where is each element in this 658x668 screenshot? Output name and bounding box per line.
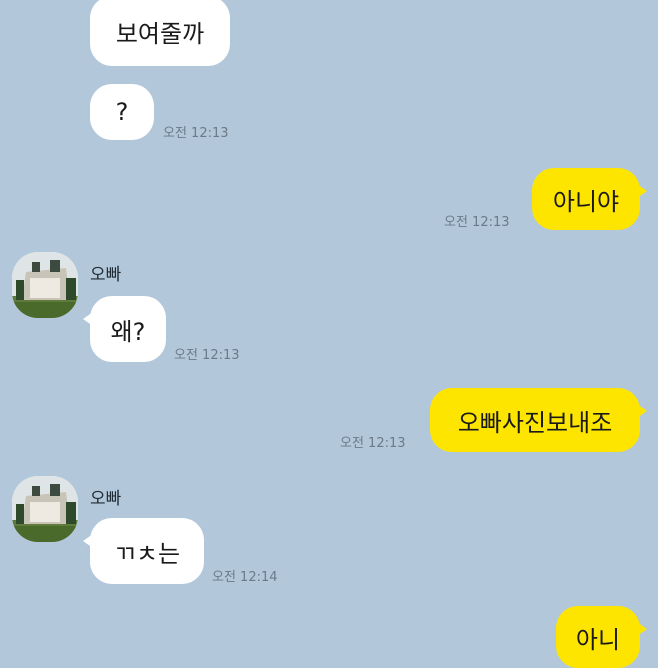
message-text: ? — [115, 98, 129, 126]
message-text: 아니 — [575, 626, 621, 654]
incoming-message-bubble[interactable]: ? — [90, 84, 154, 140]
avatar[interactable] — [12, 476, 78, 542]
message-timestamp: 오전 12:13 — [174, 348, 240, 363]
sender-name: 오빠 — [90, 265, 122, 285]
sender-name: 오빠 — [90, 489, 122, 509]
message-text: 아니야 — [552, 187, 620, 216]
avatar[interactable] — [12, 252, 78, 318]
incoming-message-bubble[interactable]: 보여줄까 — [90, 0, 230, 66]
outgoing-message-bubble[interactable]: 오빠사진보내조 — [430, 388, 647, 452]
message-text: ㄲㅊ는 — [113, 539, 181, 568]
outgoing-message-bubble[interactable]: 아니 — [556, 606, 647, 668]
profile-photo-icon — [12, 476, 78, 542]
message-text: 보여줄까 — [115, 19, 205, 48]
message-timestamp: 오전 12:14 — [212, 570, 278, 585]
message-text: 오빠사진보내조 — [457, 408, 613, 437]
incoming-message-bubble[interactable]: 왜? — [83, 296, 166, 362]
outgoing-message-bubble[interactable]: 아니야 — [532, 168, 647, 230]
incoming-message-bubble[interactable]: ㄲㅊ는 — [83, 518, 204, 584]
message-timestamp: 오전 12:13 — [340, 436, 406, 451]
profile-photo-icon — [12, 252, 78, 318]
message-timestamp: 오전 12:13 — [163, 126, 229, 141]
message-text: 왜? — [110, 317, 146, 346]
message-timestamp: 오전 12:13 — [444, 215, 510, 230]
